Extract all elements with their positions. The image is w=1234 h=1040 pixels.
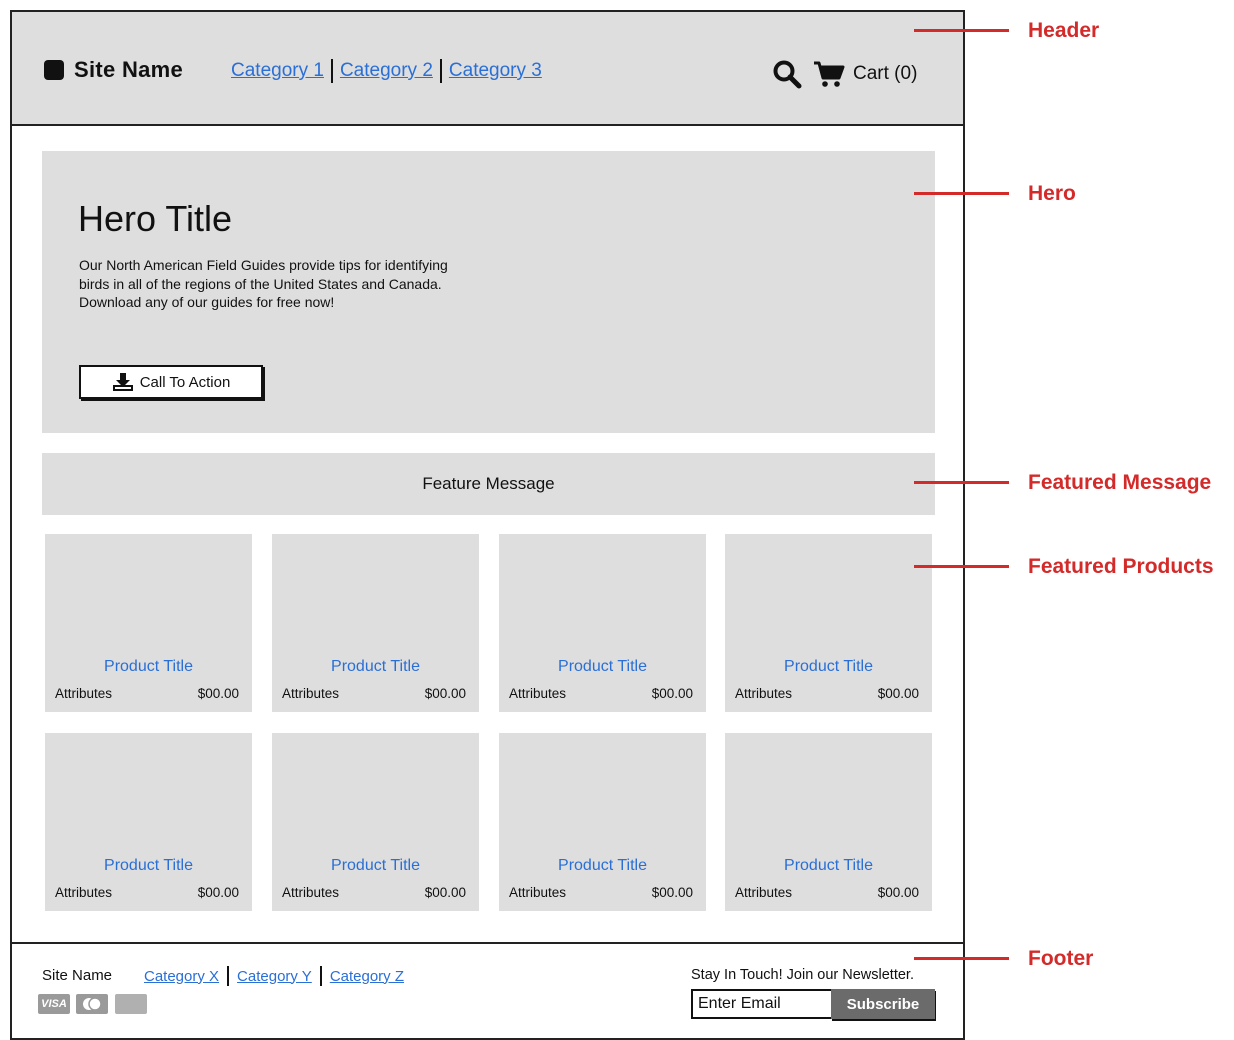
product-attributes: Attributes (55, 686, 113, 701)
product-attributes: Attributes (282, 686, 340, 701)
annotation-line (914, 192, 1009, 195)
annotation-line (914, 29, 1009, 32)
annotation-hero: Hero (1028, 182, 1076, 205)
nav-separator (319, 966, 322, 986)
footer-divider (12, 942, 963, 944)
product-attributes: Attributes (509, 686, 567, 701)
annotation-line (914, 565, 1009, 568)
annotation-featured-products: Featured Products (1028, 555, 1214, 578)
annotation-footer: Footer (1028, 947, 1094, 970)
product-price: $00.00 (197, 885, 239, 900)
product-price: $00.00 (651, 885, 693, 900)
footer-link-category-z[interactable]: Category Z (330, 968, 404, 985)
product-attributes: Attributes (735, 885, 793, 900)
product-card[interactable]: Product Title Attributes $00.00 (725, 534, 932, 712)
cart-label[interactable]: Cart (0) (853, 63, 917, 85)
annotation-line (914, 957, 1009, 960)
product-attributes: Attributes (509, 885, 567, 900)
newsletter-label: Stay In Touch! Join our Newsletter. (691, 967, 914, 983)
nav-separator (439, 59, 442, 83)
annotation-featured-message: Featured Message (1028, 471, 1212, 494)
top-nav: Category 1 Category 2 Category 3 (231, 59, 542, 83)
nav-separator (227, 966, 230, 986)
product-price: $00.00 (197, 686, 239, 701)
nav-link-category-1[interactable]: Category 1 (231, 60, 324, 82)
product-attributes: Attributes (282, 885, 340, 900)
cart-icon[interactable] (813, 60, 845, 88)
product-price: $00.00 (877, 885, 919, 900)
subscribe-button[interactable]: Subscribe (831, 989, 935, 1019)
amex-icon (115, 994, 147, 1014)
product-title[interactable]: Product Title (272, 857, 479, 875)
footer-link-category-y[interactable]: Category Y (237, 968, 312, 985)
product-title[interactable]: Product Title (725, 658, 932, 676)
product-attributes: Attributes (735, 686, 793, 701)
product-title[interactable]: Product Title (272, 658, 479, 676)
product-card[interactable]: Product Title Attributes $00.00 (45, 534, 252, 712)
product-card[interactable]: Product Title Attributes $00.00 (499, 534, 706, 712)
call-to-action-button[interactable]: Call To Action (79, 365, 263, 399)
nav-link-category-3[interactable]: Category 3 (449, 60, 542, 82)
nav-separator (330, 59, 333, 83)
product-title[interactable]: Product Title (45, 658, 252, 676)
hero-title: Hero Title (78, 198, 233, 239)
product-title[interactable]: Product Title (45, 857, 252, 875)
product-title[interactable]: Product Title (499, 658, 706, 676)
feature-message: Feature Message (42, 453, 935, 515)
product-card[interactable]: Product Title Attributes $00.00 (499, 733, 706, 911)
product-attributes: Attributes (55, 885, 113, 900)
product-price: $00.00 (651, 686, 693, 701)
visa-icon: VISA (38, 994, 70, 1014)
nav-link-category-2[interactable]: Category 2 (340, 60, 433, 82)
mastercard-icon (76, 994, 108, 1014)
logo-icon[interactable] (44, 60, 64, 80)
call-to-action-label: Call To Action (139, 373, 231, 391)
annotation-line (914, 481, 1009, 484)
search-icon[interactable] (772, 59, 802, 89)
product-title[interactable]: Product Title (499, 857, 706, 875)
header: Site Name Category 1 Category 2 Category… (12, 12, 963, 126)
feature-message-text: Feature Message (422, 474, 555, 493)
download-icon (112, 373, 133, 391)
email-field[interactable] (691, 989, 833, 1019)
hero-text: Our North American Field Guides provide … (79, 257, 448, 310)
product-card[interactable]: Product Title Attributes $00.00 (725, 733, 932, 911)
footer-nav: Category X Category Y Category Z (144, 966, 404, 986)
product-price: $00.00 (424, 686, 466, 701)
hero: Hero Title Our North American Field Guid… (42, 151, 935, 433)
product-card[interactable]: Product Title Attributes $00.00 (272, 534, 479, 712)
product-price: $00.00 (424, 885, 466, 900)
product-card[interactable]: Product Title Attributes $00.00 (45, 733, 252, 911)
product-price: $00.00 (877, 686, 919, 701)
product-card[interactable]: Product Title Attributes $00.00 (272, 733, 479, 911)
annotation-header: Header (1028, 19, 1100, 42)
product-title[interactable]: Product Title (725, 857, 932, 875)
footer-site-name[interactable]: Site Name (42, 967, 112, 984)
site-name[interactable]: Site Name (74, 57, 183, 83)
footer-link-category-x[interactable]: Category X (144, 968, 219, 985)
